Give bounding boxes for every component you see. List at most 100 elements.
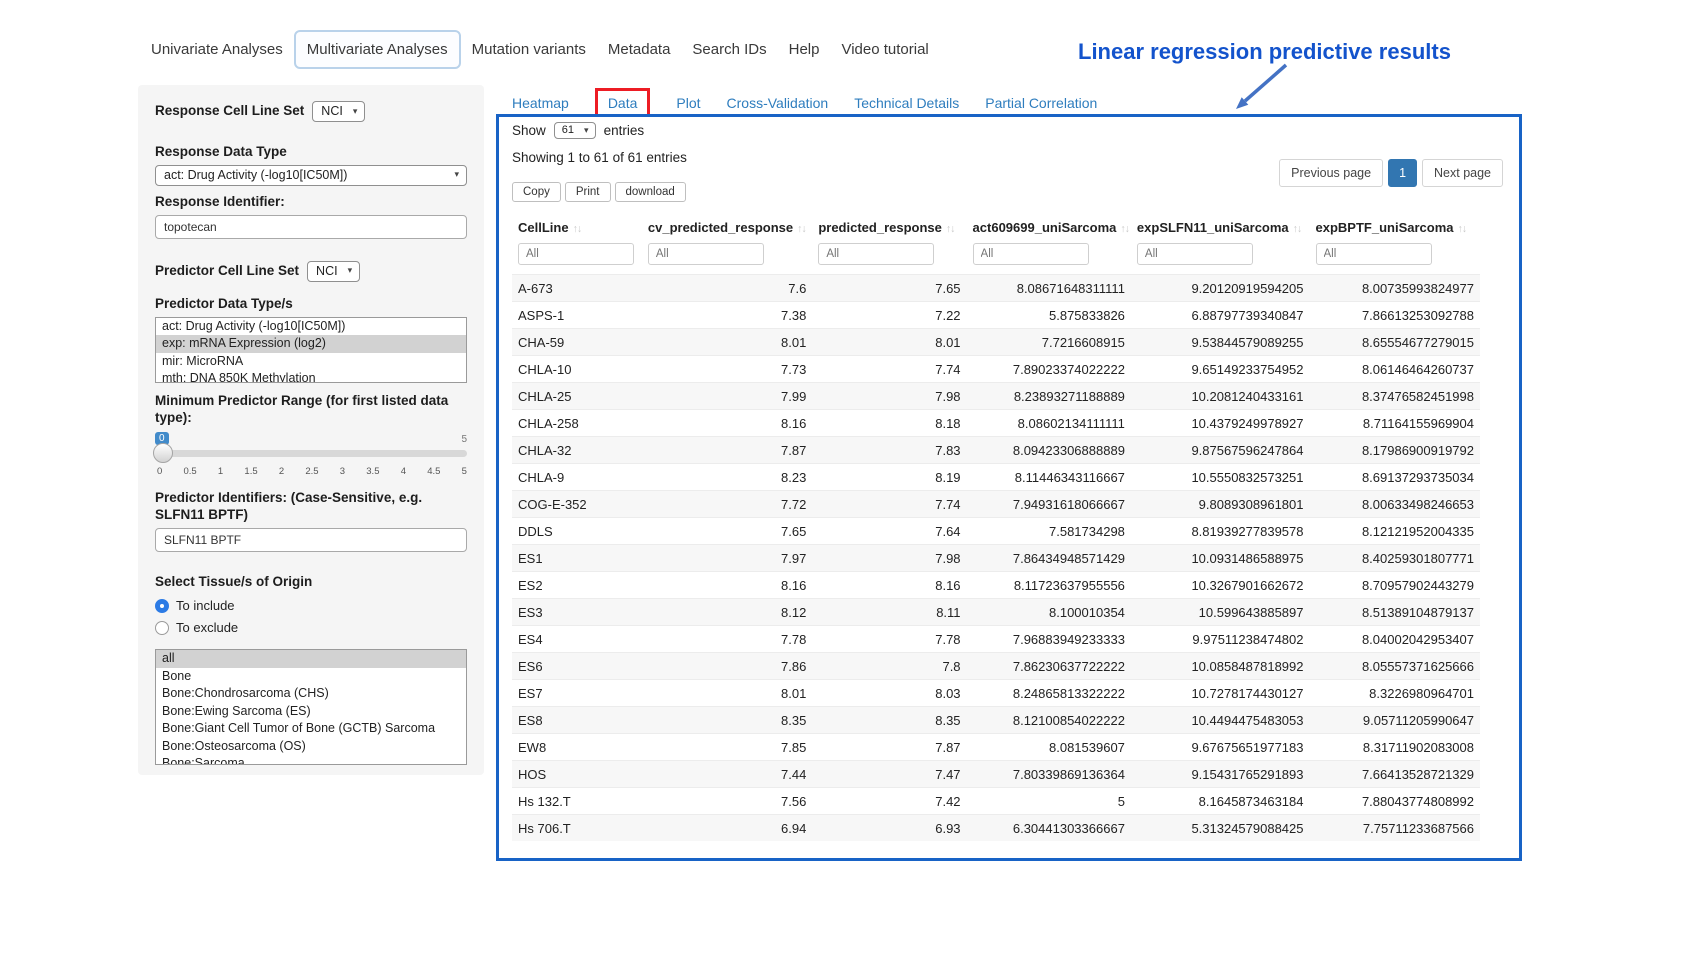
predictor-cell-line-set-select[interactable]: NCI ▾ [307,261,360,282]
column-header-label: cv_predicted_response [648,220,793,235]
table-cell-value: 7.73 [642,356,812,383]
radio-to-include-label: To include [176,598,235,613]
download-button[interactable]: download [615,182,686,202]
response-cell-line-set-select[interactable]: NCI ▾ [312,101,365,122]
panel-tab-cross-validation[interactable]: Cross-Validation [727,91,829,115]
table-cell-value: 7.42 [812,788,966,815]
slider-handle[interactable] [153,443,173,463]
nav-tab-help[interactable]: Help [778,32,831,67]
predictor-data-type-label: Predictor Data Type/s [155,296,467,313]
column-filter-expbptf-unisarcoma[interactable] [1316,243,1432,265]
table-cell-value: 8.35 [812,707,966,734]
table-cell-value: 7.74 [812,491,966,518]
column-filter-cv-predicted-response[interactable] [648,243,764,265]
listbox-option[interactable]: exp: mRNA Expression (log2) [156,335,466,353]
table-cell-value: 8.35 [642,707,812,734]
table-cell-value: 8.08602134111111 [967,410,1131,437]
print-button[interactable]: Print [565,182,611,202]
column-filter-predicted-response[interactable] [818,243,934,265]
nav-tab-multivariate-analyses[interactable]: Multivariate Analyses [294,30,461,69]
panel-tab-plot[interactable]: Plot [676,91,700,115]
column-header-label: expBPTF_uniSarcoma [1316,220,1454,235]
column-filter-cellline[interactable] [518,243,634,265]
listbox-option[interactable]: Bone:Sarcoma [156,755,466,765]
sort-icon[interactable]: ↑↓ [573,223,582,235]
page-number-button[interactable]: 1 [1388,159,1417,187]
sort-icon[interactable]: ↑↓ [797,223,806,235]
table-cell-value: 8.16 [642,572,812,599]
sort-icon[interactable]: ↑↓ [946,223,955,235]
slider-tick-label: 1.5 [244,466,257,477]
table-cell-value: 7.7216608915 [967,329,1131,356]
table-cell-value: 10.7278174430127 [1131,680,1310,707]
column-header-label: act609699_uniSarcoma [973,220,1117,235]
column-header-cv-predicted-response[interactable]: cv_predicted_response ↑↓ [642,212,812,241]
tissue-listbox[interactable]: allBoneBone:Chondrosarcoma (CHS)Bone:Ewi… [155,649,467,765]
predictor-identifiers-label: Predictor Identifiers: (Case-Sensitive, … [155,490,465,524]
table-cell-value: 8.23893271188889 [967,383,1131,410]
table-cell-value: 10.4379249978927 [1131,410,1310,437]
predictor-identifiers-input[interactable] [155,528,467,552]
sort-icon[interactable]: ↑↓ [1120,223,1129,235]
listbox-option[interactable]: Bone [156,668,466,686]
column-header-expbptf-unisarcoma[interactable]: expBPTF_uniSarcoma ↑↓ [1310,212,1481,241]
listbox-option[interactable]: act: Drug Activity (-log10[IC50M]) [156,318,466,336]
table-cell-value: 10.0931486588975 [1131,545,1310,572]
slider-track[interactable] [155,450,467,457]
radio-button-icon[interactable] [155,599,169,613]
table-cell-value: 7.85 [642,734,812,761]
column-header-expslfn11-unisarcoma[interactable]: expSLFN11_uniSarcoma↑↓ [1131,212,1310,241]
table-cell-value: 7.8 [812,653,966,680]
predictor-data-type-listbox[interactable]: act: Drug Activity (-log10[IC50M])exp: m… [155,317,467,383]
nav-tab-video-tutorial[interactable]: Video tutorial [830,32,939,67]
nav-tab-mutation-variants[interactable]: Mutation variants [461,32,597,67]
table-cell-value: 8.04002042953407 [1310,626,1481,653]
panel-tab-technical-details[interactable]: Technical Details [854,91,959,115]
column-header-act609699-unisarcoma[interactable]: act609699_uniSarcoma↑↓ [967,212,1131,241]
column-header-cellline[interactable]: CellLine↑↓ [512,212,642,241]
listbox-option[interactable]: Bone:Osteosarcoma (OS) [156,738,466,756]
entries-count-value: 61 [562,124,574,136]
listbox-option[interactable]: mir: MicroRNA [156,353,466,371]
table-cell-value: 10.4494475483053 [1131,707,1310,734]
table-cell-value: 7.72 [642,491,812,518]
nav-tab-univariate-analyses[interactable]: Univariate Analyses [140,32,294,67]
table-row: A-6737.67.658.086716483111119.2012091959… [512,275,1480,302]
column-filter-expslfn11-unisarcoma[interactable] [1137,243,1253,265]
table-cell-value: 8.1645873463184 [1131,788,1310,815]
sort-icon[interactable]: ↑↓ [1293,223,1302,235]
column-filter-act609699-unisarcoma[interactable] [973,243,1089,265]
radio-to-include[interactable]: To include [155,598,467,613]
radio-button-icon[interactable] [155,621,169,635]
panel-tab-partial-correlation[interactable]: Partial Correlation [985,91,1097,115]
table-cell-value: 7.80339869136364 [967,761,1131,788]
slider-tick-label: 4.5 [427,466,440,477]
response-data-type-select[interactable]: act: Drug Activity (-log10[IC50M]) ▾ [155,165,467,186]
copy-button[interactable]: Copy [512,182,561,202]
table-row: ES28.168.168.1172363795555610.3267901662… [512,572,1480,599]
entries-count-select[interactable]: 61 ▾ [554,122,596,139]
table-cell-cellline: Hs 132.T [512,788,642,815]
table-cell-value: 8.19 [812,464,966,491]
panel-tab-heatmap[interactable]: Heatmap [512,91,569,115]
radio-to-exclude[interactable]: To exclude [155,620,467,635]
listbox-option[interactable]: Bone:Ewing Sarcoma (ES) [156,703,466,721]
listbox-option[interactable]: Bone:Giant Cell Tumor of Bone (GCTB) Sar… [156,720,466,738]
listbox-option[interactable]: all [156,650,466,668]
next-page-button[interactable]: Next page [1422,159,1503,187]
nav-tab-metadata[interactable]: Metadata [597,32,682,67]
entries-label: entries [604,123,645,138]
predictor-cell-line-set-label: Predictor Cell Line Set [155,263,299,280]
sort-icon[interactable]: ↑↓ [1458,223,1467,235]
slider-ticks: 00.511.522.533.544.55 [157,466,467,477]
pagination: Previous page 1 Next page [1279,159,1503,187]
listbox-option[interactable]: Bone:Chondrosarcoma (CHS) [156,685,466,703]
previous-page-button[interactable]: Previous page [1279,159,1383,187]
table-cell-value: 8.03 [812,680,966,707]
nav-tab-search-ids[interactable]: Search IDs [681,32,777,67]
response-identifier-input[interactable] [155,215,467,239]
listbox-option[interactable]: mth: DNA 850K Methylation [156,370,466,383]
table-cell-cellline: CHLA-10 [512,356,642,383]
column-header-predicted-response[interactable]: predicted_response↑↓ [812,212,966,241]
min-predictor-range-slider[interactable]: 0 5 00.511.522.533.544.55 [155,432,467,482]
